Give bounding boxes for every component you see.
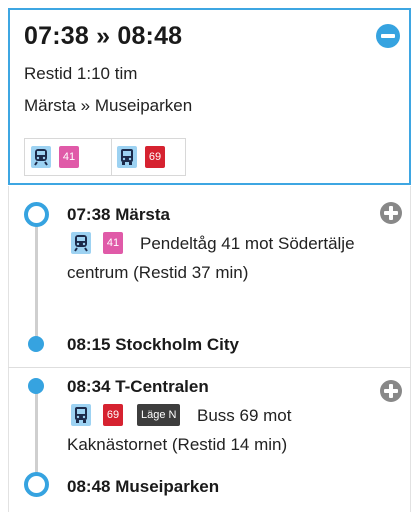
leg1-arrival: 08:15 Stockholm City [67,335,239,354]
arrival-marker [24,472,49,497]
stop-marker [28,336,44,352]
leg2-arrival: 08:48 Museiparken [67,477,220,496]
expand-leg1-icon[interactable] [380,202,402,224]
leg1-departure: 07:38 Märsta [67,205,171,224]
leg2-departure: 08:34 T-Centralen [67,377,209,396]
legs-summary: 41 69 [24,138,186,176]
trip-times: 07:38 » 08:48 [24,22,183,50]
train-icon [31,146,51,168]
collapse-icon[interactable] [376,24,400,48]
itinerary-detail: 07:38 Märsta 41 Pendeltåg 41 mot Södertä… [8,186,411,512]
leg2-description: Buss 69 mot Kaknästornet (Restid 14 min) [67,406,292,454]
trip-duration: Restid 1:10 tim [24,64,138,83]
timeline-segment [35,392,38,476]
timeline-segment [35,220,38,344]
leg1-description: Pendeltåg 41 mot Södertälje centrum (Res… [67,234,355,282]
line-badge-69: 69 [145,146,165,168]
stop-marker [28,378,44,394]
bus-icon [117,146,137,168]
expand-leg2-icon[interactable] [380,380,402,402]
legs-divider [111,139,112,175]
leg-separator [8,367,411,368]
trip-route: Märsta » Museiparken [24,96,193,115]
right-border [410,186,411,512]
line-badge-41: 41 [59,146,79,168]
departure-marker [24,202,49,227]
trip-summary-card[interactable]: 07:38 » 08:48 Restid 1:10 tim Märsta » M… [8,8,411,185]
left-border [8,186,9,512]
